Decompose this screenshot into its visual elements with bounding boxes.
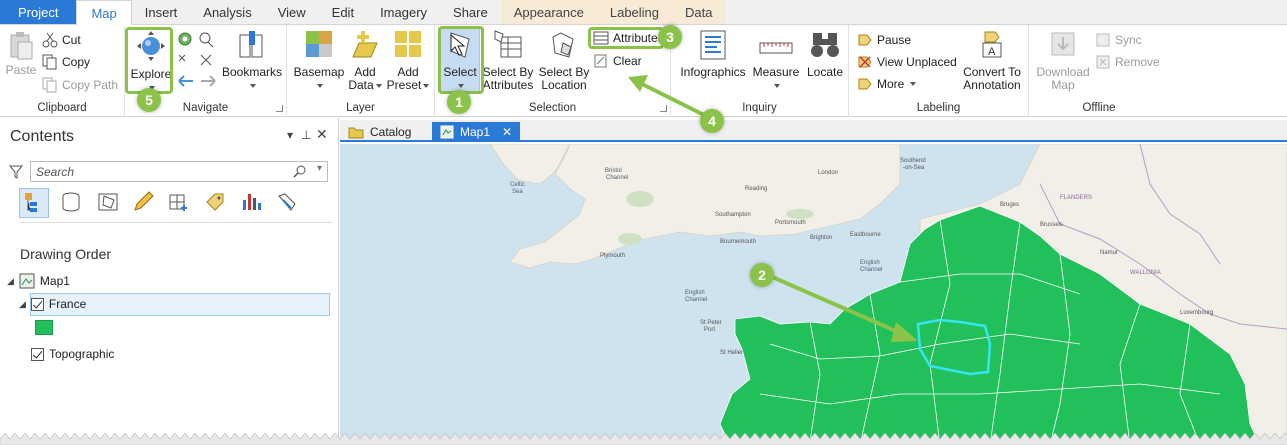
callout-5-badge: 5 xyxy=(137,88,161,112)
torn-edge-decoration xyxy=(0,433,1287,445)
annotation-overlay xyxy=(628,75,918,342)
callout-2-arrowhead xyxy=(891,322,918,342)
callout-1-badge: 1 xyxy=(447,90,471,114)
callout-3-badge: 3 xyxy=(658,25,682,49)
callout-2-arrow xyxy=(769,274,906,337)
callout-2-badge: 2 xyxy=(750,263,774,287)
callout-4-badge: 4 xyxy=(700,109,724,133)
